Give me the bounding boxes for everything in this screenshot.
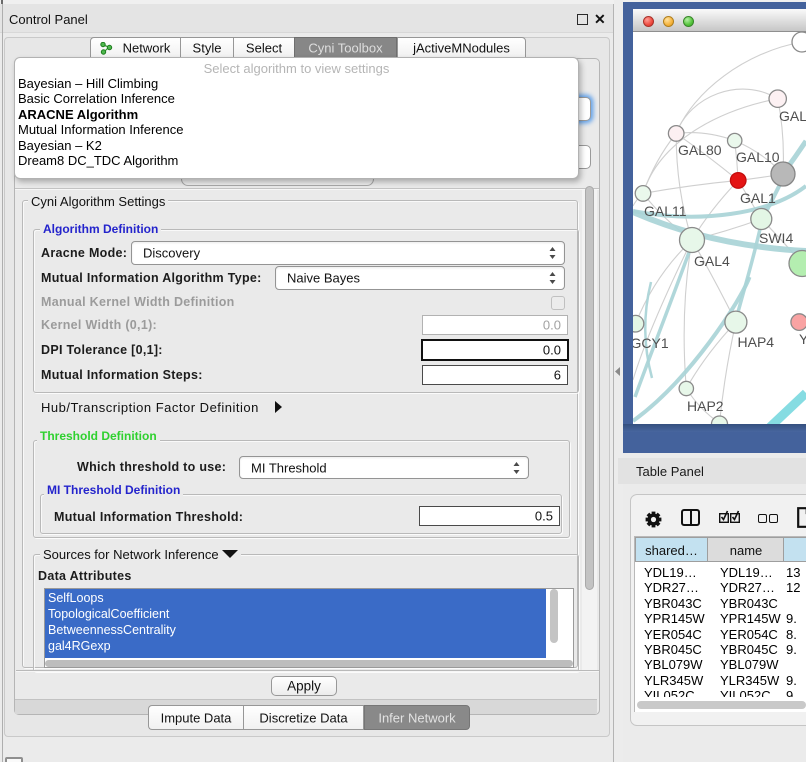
svg-text:HAP2: HAP2 [687,398,724,414]
svg-text:GAL7: GAL7 [779,108,806,124]
svg-text:GAL1: GAL1 [740,190,776,206]
svg-text:GAL4: GAL4 [694,253,730,269]
svg-text:GAL10: GAL10 [736,149,780,165]
svg-text:GCY1: GCY1 [633,335,669,351]
svg-text:SWI4: SWI4 [759,230,793,246]
svg-text:YP: YP [799,331,806,347]
svg-text:HAP4: HAP4 [738,334,775,350]
svg-text:GAL80: GAL80 [678,142,722,158]
svg-text:GAL11: GAL11 [644,203,687,219]
